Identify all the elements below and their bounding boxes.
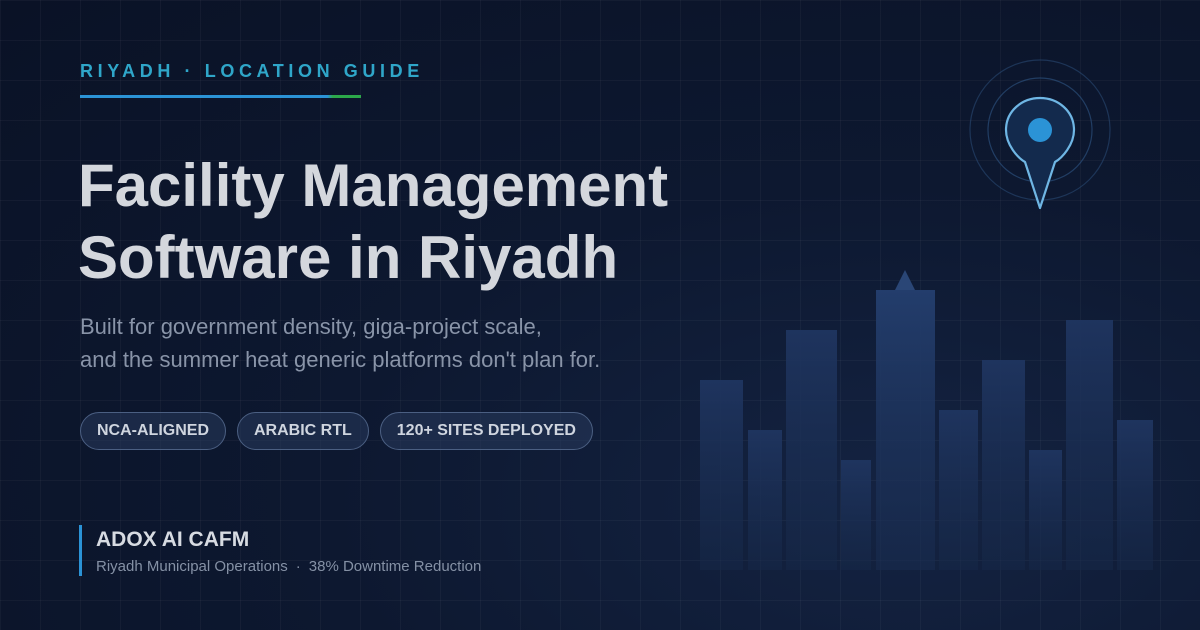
subtitle-line-1: Built for government density, giga-proje… xyxy=(80,314,542,339)
brand-meta-right: 38% Downtime Reduction xyxy=(308,558,482,575)
building-10 xyxy=(1117,420,1153,570)
brand-name: ADOX AI CAFM xyxy=(96,528,250,551)
building-7 xyxy=(982,360,1025,570)
brand-block: ADOX AI CAFM Riyadh Municipal Operations… xyxy=(79,525,481,576)
brand-meta-separator: · xyxy=(295,558,301,575)
badge-row: NCA-ALIGNED ARABIC RTL 120+ SITES DEPLOY… xyxy=(80,412,593,450)
title-line-2: Software in Riyadh xyxy=(78,224,619,291)
brand-meta-left: Riyadh Municipal Operations xyxy=(96,558,288,575)
badge-nca-aligned: NCA-ALIGNED xyxy=(80,412,226,450)
building-2 xyxy=(748,430,782,570)
building-spire xyxy=(895,270,915,290)
page-title: Facility Management Software in Riyadh xyxy=(78,150,668,294)
brand-meta: Riyadh Municipal Operations · 38% Downtime… xyxy=(96,558,481,575)
building-1 xyxy=(700,380,743,570)
building-5 xyxy=(876,290,935,570)
eyebrow-underline xyxy=(80,95,361,98)
location-pin-icon xyxy=(969,59,1111,210)
title-line-1: Facility Management xyxy=(78,152,669,219)
badge-sites-deployed: 120+ SITES DEPLOYED xyxy=(379,412,593,450)
pin-body xyxy=(1004,96,1076,210)
building-9 xyxy=(1066,320,1113,570)
eyebrow-label: RIYADH · LOCATION GUIDE xyxy=(80,61,424,81)
building-3 xyxy=(786,330,837,570)
city-skyline-illustration xyxy=(700,270,1153,570)
pin-dot xyxy=(1028,118,1052,142)
subtitle-line-2: and the summer heat generic platforms do… xyxy=(80,347,601,372)
building-4 xyxy=(841,460,871,570)
building-8 xyxy=(1029,450,1062,570)
building-6 xyxy=(939,410,978,570)
badge-arabic-rtl: ARABIC RTL xyxy=(237,412,369,450)
subtitle: Built for government density, giga-proje… xyxy=(80,310,600,376)
